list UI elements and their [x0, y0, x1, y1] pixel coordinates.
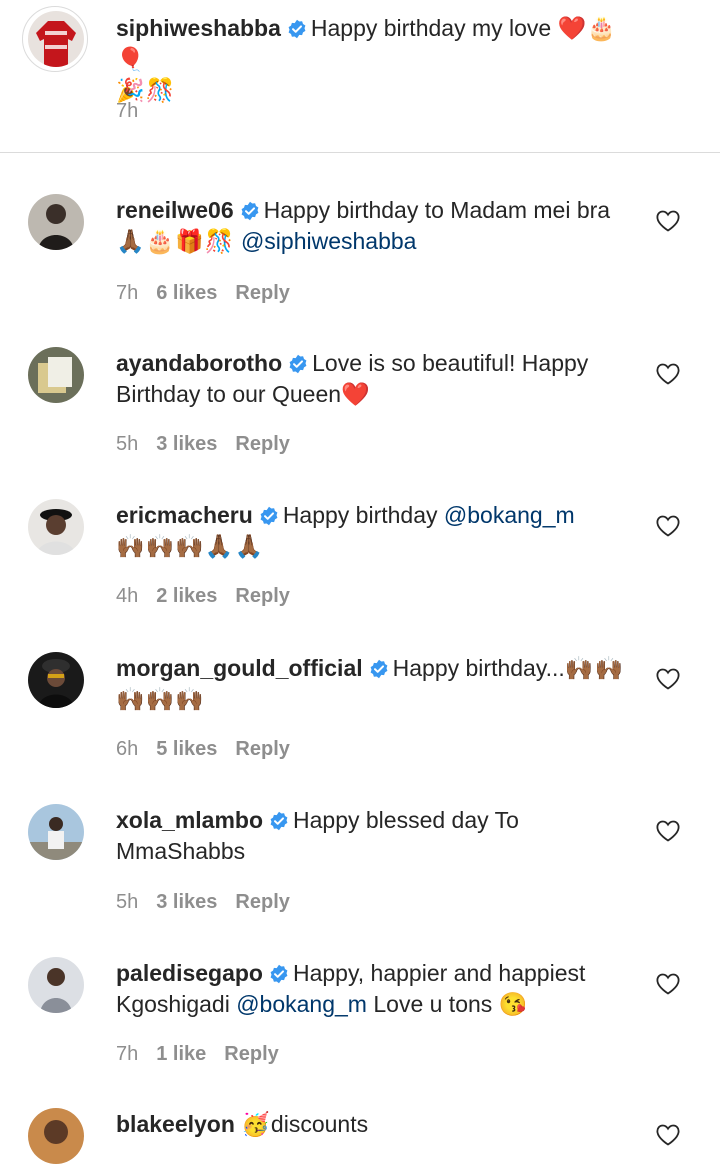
timestamp: 6h	[116, 738, 139, 760]
comment-text: ayandaborotho Love is so beautiful! Happy…	[116, 348, 636, 410]
comment-text: reneilwe06 Happy birthday to Madam mei br…	[116, 195, 636, 257]
avatar[interactable]	[28, 194, 84, 250]
comment-body: Love u tons	[373, 991, 493, 1017]
avatar[interactable]	[28, 1108, 84, 1164]
avatar[interactable]	[28, 804, 84, 860]
comment-body: Happy birthday to Madam mei bra	[263, 197, 611, 223]
verified-badge-icon	[259, 506, 279, 526]
verified-badge-icon	[287, 19, 307, 39]
heart-icon[interactable]	[656, 820, 680, 842]
likes-count[interactable]: 2 likes	[156, 585, 217, 607]
verified-badge-icon	[288, 354, 308, 374]
heart-icon[interactable]	[656, 363, 680, 385]
comment-body: Happy birthday...	[392, 655, 565, 681]
reply-button[interactable]: Reply	[235, 585, 289, 607]
comment-meta: 7h 1 like Reply	[116, 1043, 297, 1066]
avatar[interactable]	[28, 347, 84, 403]
emoji-text: 🥳	[241, 1111, 271, 1137]
timestamp: 5h	[116, 433, 139, 455]
comment-meta: 4h 2 likes Reply	[116, 585, 308, 608]
username[interactable]: ericmacheru	[116, 502, 253, 528]
username[interactable]: ayandaborotho	[116, 350, 282, 376]
verified-badge-icon	[240, 201, 260, 221]
timestamp: 7h	[116, 1043, 139, 1065]
caption-text: siphiweshabba Happy birthday my love ❤️🎂🎈…	[116, 13, 636, 106]
reply-button[interactable]: Reply	[235, 433, 289, 455]
emoji-text: 🙌🏾🙌🏾🙌🏾🙏🏾🙏🏾	[116, 533, 265, 559]
avatar[interactable]	[28, 499, 84, 555]
comment-body: discounts	[270, 1111, 369, 1137]
heart-icon[interactable]	[656, 973, 680, 995]
comment-text: ericmacheru Happy birthday @bokang_m 🙌🏾🙌🏾…	[116, 500, 636, 562]
timestamp: 5h	[116, 891, 139, 913]
comment-meta: 7h	[116, 100, 156, 123]
comment-meta: 6h 5 likes Reply	[116, 738, 308, 761]
username[interactable]: xola_mlambo	[116, 807, 263, 833]
comment-text: morgan_gould_official Happy birthday...🙌🏾…	[116, 653, 636, 715]
comment-meta: 5h 3 likes Reply	[116, 891, 308, 914]
verified-badge-icon	[269, 811, 289, 831]
likes-count[interactable]: 3 likes	[156, 891, 217, 913]
heart-icon[interactable]	[656, 1124, 680, 1146]
emoji-text: 🙏🏾🎂🎁🎊	[116, 228, 235, 254]
comment-meta: 5h 3 likes Reply	[116, 433, 308, 456]
comment-meta: 7h 6 likes Reply	[116, 282, 308, 305]
reply-button[interactable]: Reply	[235, 282, 289, 304]
heart-icon[interactable]	[656, 210, 680, 232]
likes-count[interactable]: 6 likes	[156, 282, 217, 304]
verified-badge-icon	[269, 964, 289, 984]
avatar[interactable]	[28, 11, 84, 67]
comment-body: Happy birthday my love	[310, 15, 552, 41]
username[interactable]: paledisegapo	[116, 960, 263, 986]
comment-text: blakeelyon 🥳discounts	[116, 1109, 636, 1140]
likes-count[interactable]: 3 likes	[156, 433, 217, 455]
reply-button[interactable]: Reply	[235, 891, 289, 913]
avatar[interactable]	[28, 652, 84, 708]
mention-link[interactable]: @bokang_m	[236, 991, 367, 1017]
emoji-text: ❤️	[341, 381, 371, 407]
reply-button[interactable]: Reply	[224, 1043, 278, 1065]
comment-text: xola_mlambo Happy blessed day To MmaShabb…	[116, 805, 636, 867]
post-caption: siphiweshabba Happy birthday my love ❤️🎂🎈…	[0, 0, 720, 153]
comment-text: paledisegapo Happy, happier and happiest …	[116, 958, 636, 1020]
reply-button[interactable]: Reply	[235, 738, 289, 760]
heart-icon[interactable]	[656, 515, 680, 537]
avatar[interactable]	[28, 957, 84, 1013]
mention-link[interactable]: @bokang_m	[444, 502, 575, 528]
emoji-text: 😘	[498, 991, 529, 1017]
verified-badge-icon	[369, 659, 389, 679]
timestamp: 4h	[116, 585, 139, 607]
likes-count[interactable]: 5 likes	[156, 738, 217, 760]
mention-link[interactable]: @siphiweshabba	[241, 228, 417, 254]
username[interactable]: siphiweshabba	[116, 15, 281, 41]
username[interactable]: reneilwe06	[116, 197, 234, 223]
username[interactable]: blakeelyon	[116, 1111, 235, 1137]
comment-body: Happy birthday	[282, 502, 438, 528]
timestamp: 7h	[116, 282, 139, 304]
heart-icon[interactable]	[656, 668, 680, 690]
username[interactable]: morgan_gould_official	[116, 655, 363, 681]
timestamp: 7h	[116, 100, 139, 122]
likes-count[interactable]: 1 like	[156, 1043, 206, 1065]
